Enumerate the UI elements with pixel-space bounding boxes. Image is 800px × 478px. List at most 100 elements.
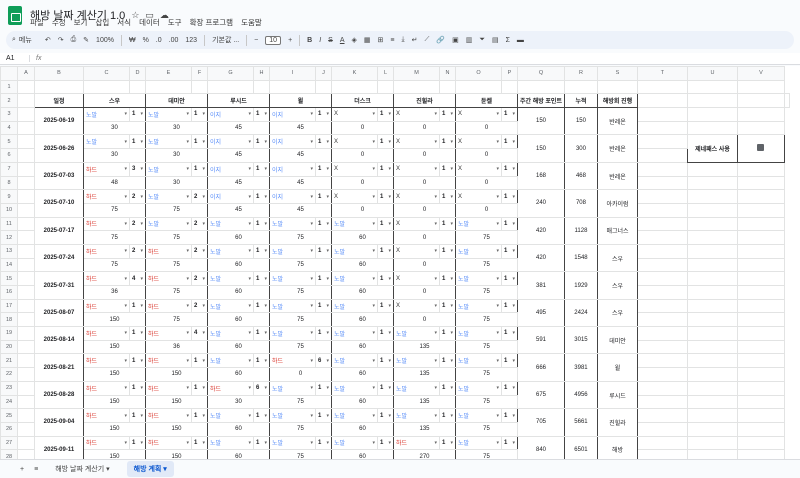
difficulty-select[interactable]: 노말 ▾ (145, 189, 192, 204)
cell[interactable] (736, 107, 785, 122)
difficulty-select[interactable]: 노말 ▾ (331, 298, 378, 314)
cell[interactable] (17, 408, 35, 423)
party-size-select[interactable]: 1 ▾ (501, 380, 518, 396)
menu-item[interactable]: 삽입 (95, 17, 109, 28)
percent-button[interactable]: % (143, 37, 149, 44)
party-size-select[interactable]: 1 ▾ (315, 134, 332, 150)
decrease-decimal-button[interactable]: .0 (156, 37, 162, 44)
cell[interactable] (686, 449, 738, 459)
difficulty-select[interactable]: 하드 ▾ (145, 298, 192, 314)
difficulty-select[interactable]: 노말 ▾ (269, 435, 316, 451)
difficulty-select[interactable]: 하드 ▾ (145, 353, 192, 369)
difficulty-select[interactable]: 노말 ▾ (455, 435, 502, 451)
difficulty-select[interactable]: 노말 ▾ (455, 380, 502, 396)
difficulty-select[interactable]: 노말 ▾ (269, 408, 316, 423)
cell[interactable] (636, 353, 688, 369)
difficulty-select[interactable]: X ▾ (393, 271, 440, 286)
party-size-select[interactable]: 1 ▾ (501, 298, 518, 314)
party-size-select[interactable]: 2 ▾ (129, 189, 146, 204)
difficulty-select[interactable]: 하드 ▾ (393, 435, 440, 451)
difficulty-select[interactable]: 이지 ▾ (269, 134, 316, 150)
difficulty-select[interactable]: 노말 ▾ (455, 326, 502, 341)
party-size-select[interactable]: 1 ▾ (315, 380, 332, 396)
party-size-select[interactable]: 2 ▾ (191, 216, 208, 232)
party-size-select[interactable]: 1 ▾ (315, 326, 332, 341)
cell[interactable] (636, 312, 688, 328)
cell[interactable] (736, 435, 785, 451)
party-size-select[interactable]: 1 ▾ (253, 243, 270, 259)
cell[interactable] (736, 230, 785, 245)
difficulty-select[interactable]: 하드 ▾ (145, 326, 192, 341)
cell[interactable] (17, 326, 35, 341)
cell[interactable] (686, 367, 738, 382)
cell[interactable] (686, 408, 738, 423)
difficulty-select[interactable]: 하드 ▾ (83, 380, 130, 396)
cell[interactable] (129, 79, 146, 95)
cell[interactable] (17, 230, 35, 245)
cell[interactable] (636, 134, 688, 150)
difficulty-select[interactable]: X ▾ (455, 134, 502, 150)
cell[interactable] (17, 353, 35, 369)
row-header[interactable]: 4 (0, 120, 18, 136)
difficulty-select[interactable]: 노말 ▾ (331, 271, 378, 286)
party-size-select[interactable]: 1 ▾ (315, 161, 332, 177)
column-header[interactable]: N (439, 66, 456, 81)
difficulty-select[interactable]: 노말 ▾ (455, 271, 502, 286)
cell[interactable] (686, 380, 738, 396)
party-size-select[interactable]: 1 ▾ (315, 107, 332, 122)
cell[interactable] (686, 271, 738, 286)
currency-button[interactable]: ₩ (129, 37, 136, 44)
column-header[interactable]: V (736, 66, 785, 81)
difficulty-select[interactable]: 하드 ▾ (83, 216, 130, 232)
cell[interactable] (736, 271, 785, 286)
cell[interactable] (736, 79, 785, 95)
difficulty-select[interactable]: 노말 ▾ (207, 216, 254, 232)
row-header[interactable]: 24 (0, 394, 18, 410)
cell[interactable] (636, 79, 688, 95)
party-size-select[interactable]: 1 ▾ (191, 134, 208, 150)
cell[interactable] (455, 79, 502, 95)
cell[interactable] (636, 367, 688, 382)
insert-comment-icon[interactable]: ▣ (452, 36, 459, 44)
column-header[interactable]: E (145, 66, 192, 81)
cell[interactable] (17, 93, 35, 109)
column-header[interactable]: S (596, 66, 638, 81)
party-size-select[interactable]: 1 ▾ (501, 243, 518, 259)
row-header[interactable]: 7 (0, 161, 18, 177)
horizontal-align-icon[interactable]: ≡ (390, 37, 394, 44)
difficulty-select[interactable]: 이지 ▾ (207, 189, 254, 204)
tab-plan[interactable]: 해방 계획 ▾ (126, 461, 174, 477)
party-size-select[interactable]: 1 ▾ (501, 435, 518, 451)
cell[interactable] (207, 79, 254, 95)
difficulty-select[interactable]: 노말 ▾ (145, 161, 192, 177)
difficulty-select[interactable]: 노말 ▾ (393, 353, 440, 369)
name-box[interactable]: A1 (0, 55, 30, 62)
menu-item[interactable]: 보기 (74, 17, 88, 28)
difficulty-select[interactable]: 노말 ▾ (83, 134, 130, 150)
cell[interactable] (17, 339, 35, 355)
party-size-select[interactable]: 1 ▾ (377, 435, 394, 451)
party-size-select[interactable]: 1 ▾ (377, 298, 394, 314)
party-size-select[interactable]: 1 ▾ (377, 216, 394, 232)
cell[interactable] (17, 216, 35, 232)
difficulty-select[interactable]: 하드 ▾ (83, 435, 130, 451)
cell[interactable] (17, 394, 35, 410)
cell[interactable] (17, 189, 35, 204)
difficulty-select[interactable]: 노말 ▾ (269, 216, 316, 232)
cell[interactable] (686, 421, 738, 437)
cell[interactable] (686, 175, 738, 191)
number-format-button[interactable]: 123 (185, 37, 197, 44)
difficulty-select[interactable]: 노말 ▾ (331, 326, 378, 341)
italic-icon[interactable]: I (319, 37, 321, 44)
cell[interactable] (636, 271, 688, 286)
menu-item[interactable]: 서식 (117, 17, 131, 28)
difficulty-select[interactable]: 하드 ▾ (83, 189, 130, 204)
difficulty-select[interactable]: X ▾ (393, 216, 440, 232)
cell[interactable] (736, 367, 785, 382)
party-size-select[interactable]: 1 ▾ (439, 216, 456, 232)
party-size-select[interactable]: 1 ▾ (253, 435, 270, 451)
difficulty-select[interactable]: 이지 ▾ (207, 134, 254, 150)
cell[interactable] (17, 161, 35, 177)
party-size-select[interactable]: 1 ▾ (377, 134, 394, 150)
cell[interactable] (17, 312, 35, 328)
